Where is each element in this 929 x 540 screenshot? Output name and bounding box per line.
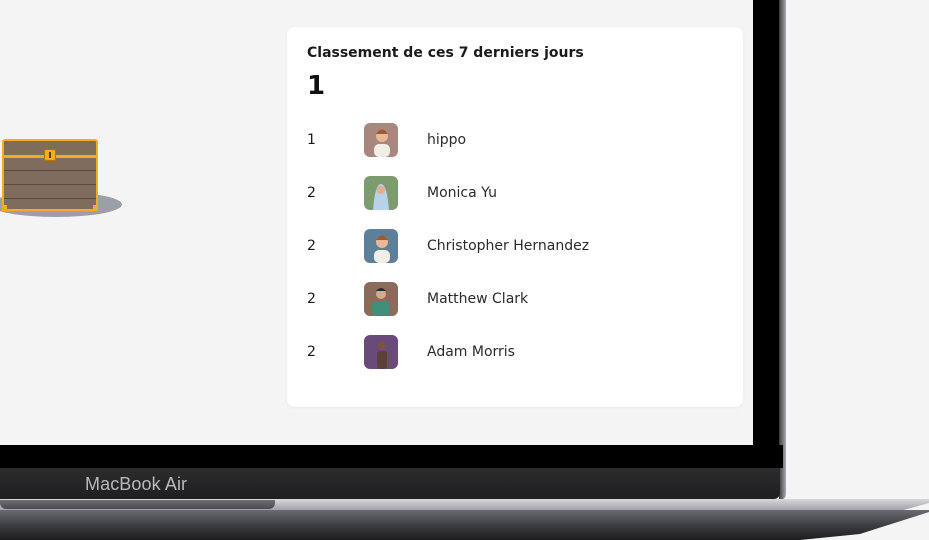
laptop-frame-edge — [779, 0, 786, 500]
row-name: Christopher Hernandez — [427, 238, 590, 254]
leaderboard-card: Classement de ces 7 derniers jours 1 1 h… — [287, 27, 743, 407]
leaderboard-row[interactable]: 2 Adam Morris — [287, 335, 743, 371]
device-label: MacBook Air — [85, 474, 188, 494]
current-rank: 1 — [307, 71, 326, 101]
laptop-hinge — [0, 500, 275, 509]
avatar — [364, 229, 398, 263]
leaderboard-row[interactable]: 2 Monica Yu — [287, 176, 743, 212]
app-screen: Classement de ces 7 derniers jours 1 1 h… — [0, 0, 753, 445]
leaderboard-title: Classement de ces 7 derniers jours — [307, 45, 584, 61]
treasure-chest-icon[interactable] — [2, 139, 98, 211]
avatar — [364, 123, 398, 157]
row-rank: 2 — [307, 238, 316, 254]
row-name: hippo — [427, 132, 467, 148]
avatar — [364, 282, 398, 316]
row-name: Matthew Clark — [427, 291, 529, 307]
row-rank: 2 — [307, 291, 316, 307]
avatar — [364, 176, 398, 210]
leaderboard-row[interactable]: 1 hippo — [287, 123, 743, 159]
avatar — [364, 335, 398, 369]
row-rank: 2 — [307, 344, 316, 360]
row-name: Monica Yu — [427, 185, 497, 201]
leaderboard-row[interactable]: 2 Christopher Hernandez — [287, 229, 743, 265]
row-name: Adam Morris — [427, 344, 515, 360]
screen-bezel-bottom — [0, 445, 783, 468]
chest-lock-icon — [44, 149, 56, 161]
row-rank: 1 — [307, 132, 316, 148]
row-rank: 2 — [307, 185, 316, 201]
leaderboard-row[interactable]: 2 Matthew Clark — [287, 282, 743, 318]
laptop-base — [0, 499, 929, 540]
